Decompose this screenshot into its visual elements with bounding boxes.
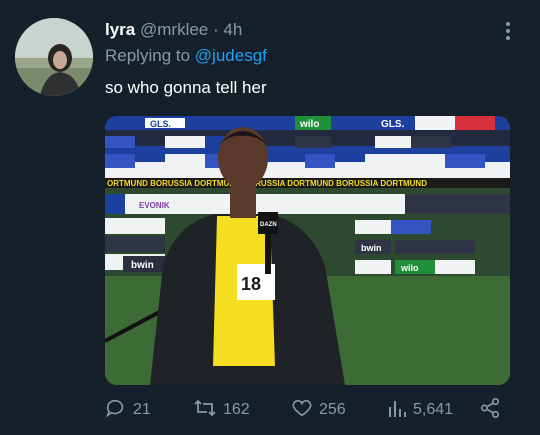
reply-icon [105, 397, 133, 424]
board-wilo: wilo [299, 119, 319, 130]
share-icon [479, 397, 507, 424]
board-wilo-bottom: wilo [400, 263, 419, 273]
reply-button[interactable]: 21 [105, 398, 151, 422]
mic-flag: DAZN [260, 222, 277, 228]
retweet-icon [193, 397, 223, 424]
tweet-text: so who gonna tell her [105, 78, 267, 97]
reply-count: 21 [133, 401, 151, 418]
analytics-icon [387, 397, 413, 424]
tweet-media[interactable]: GLS. wilo GLS. ORTMUND BORUSSIA DORTMUND… [105, 116, 510, 385]
separator-dot: · [212, 20, 219, 39]
board-evonik: EVONIK [139, 201, 170, 210]
user-handle[interactable]: @mrklee [140, 20, 208, 39]
mention-link[interactable]: @judesgf [195, 46, 267, 65]
stadium-banner: ORTMUND BORUSSIA DORTMUND BORUSSIA DORTM… [107, 179, 427, 188]
avatar[interactable] [15, 18, 93, 96]
retweet-count: 162 [223, 401, 250, 418]
board-bwin-right: bwin [361, 243, 382, 253]
share-button[interactable] [479, 397, 507, 424]
retweet-button[interactable]: 162 [193, 398, 250, 422]
media-photo: GLS. wilo GLS. ORTMUND BORUSSIA DORTMUND… [105, 116, 510, 385]
replying-to: Replying to @judesgf [105, 46, 267, 66]
avatar-image [15, 18, 93, 96]
heart-icon [291, 397, 319, 424]
tweet-header: lyra @mrklee · 4h [105, 20, 242, 40]
shirt-number: 18 [241, 274, 261, 294]
like-count: 256 [319, 401, 346, 418]
views-button[interactable]: 5,641 [387, 398, 453, 422]
board-gls: GLS. [381, 119, 405, 130]
timestamp[interactable]: 4h [223, 20, 242, 39]
tweet-actions: 21 162 256 5,641 [105, 397, 510, 424]
board-bwin: bwin [131, 260, 154, 271]
board-gls-top-left: GLS. [150, 119, 171, 129]
replying-to-label: Replying to [105, 46, 191, 65]
more-vertical-icon[interactable] [500, 20, 516, 42]
display-name[interactable]: lyra [105, 20, 135, 39]
like-button[interactable]: 256 [291, 398, 346, 422]
views-count: 5,641 [413, 401, 454, 418]
